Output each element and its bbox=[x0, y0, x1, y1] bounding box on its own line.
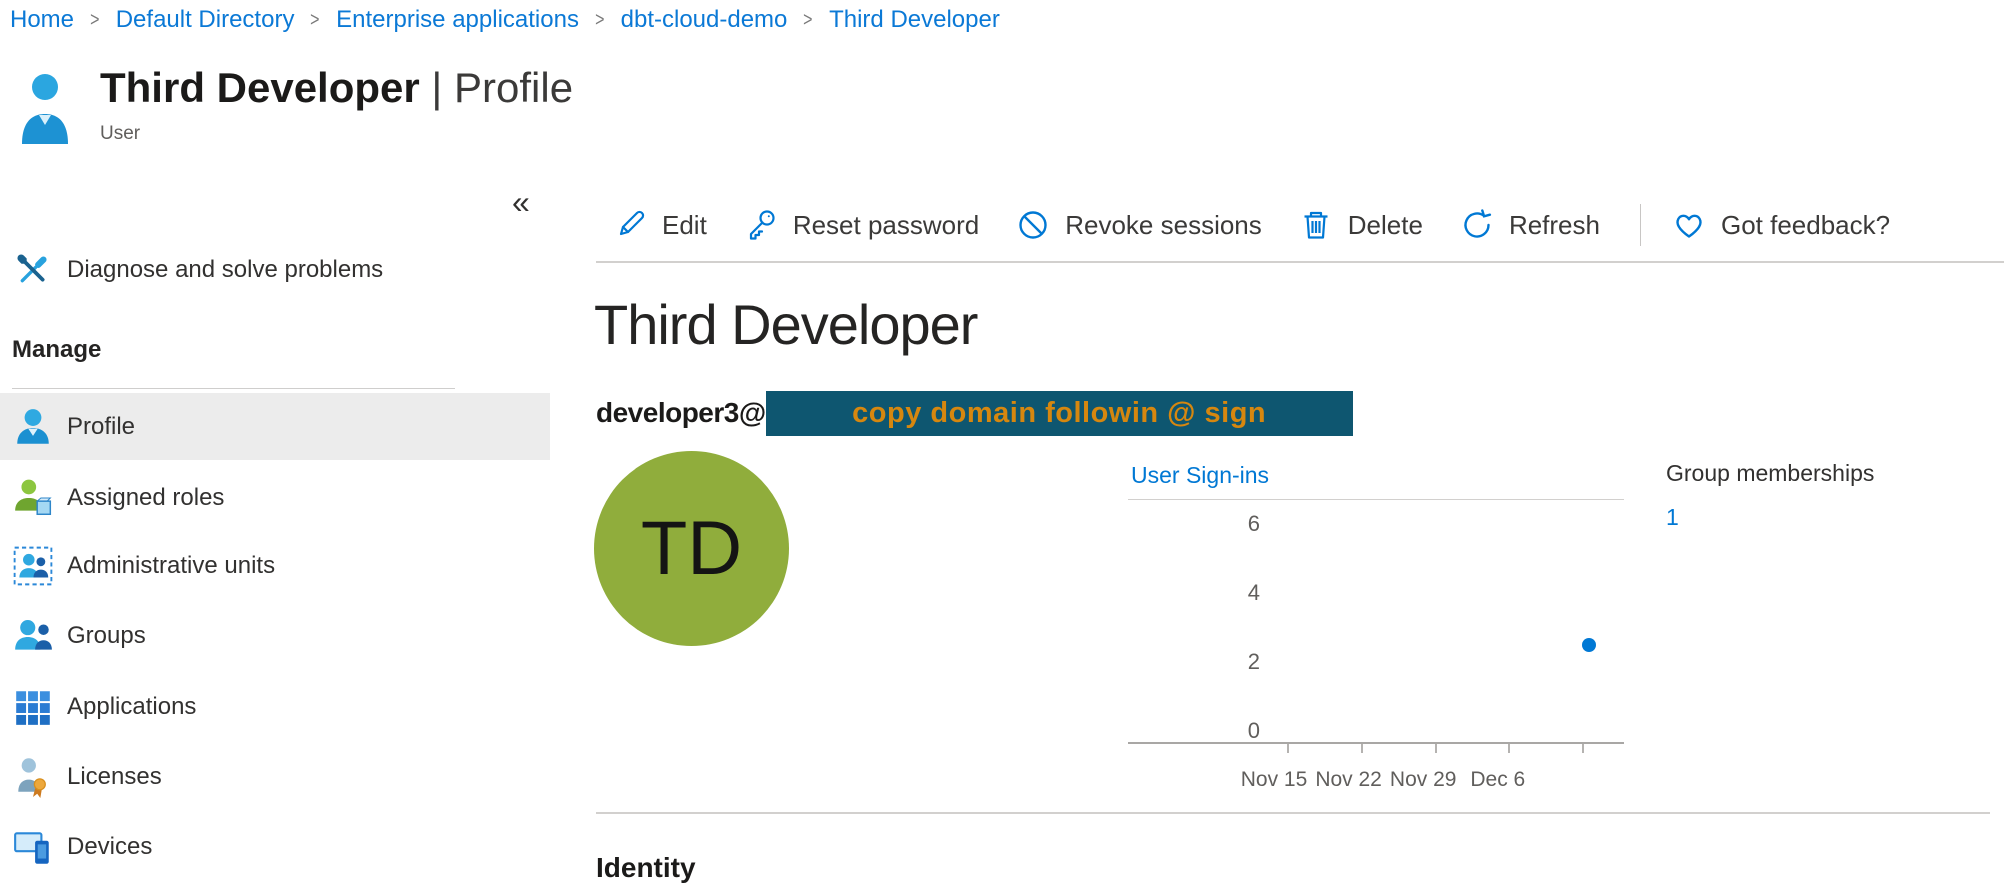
sidebar-item-label: Assigned roles bbox=[67, 484, 224, 512]
breadcrumb-separator-icon: > bbox=[804, 9, 813, 32]
group-memberships-block: Group memberships 1 bbox=[1666, 460, 1874, 531]
breadcrumb-separator-icon: > bbox=[595, 9, 604, 32]
chart-x-tick-mark bbox=[1582, 744, 1584, 753]
user-icon bbox=[20, 72, 70, 146]
toolbar-delete-button[interactable]: Delete bbox=[1298, 207, 1423, 243]
sidebar-item-label: Administrative units bbox=[67, 552, 275, 580]
sidebar-item-administrative-units[interactable]: Administrative units bbox=[0, 534, 550, 598]
page-header: Third Developer | Profile User bbox=[20, 62, 573, 146]
breadcrumb-link[interactable]: Default Directory bbox=[116, 6, 295, 34]
sidebar-item-label: Licenses bbox=[67, 763, 162, 791]
groups-icon bbox=[12, 615, 54, 657]
chart-y-tick-label: 6 bbox=[1168, 511, 1260, 537]
trash-icon bbox=[1298, 207, 1348, 243]
page-title-divider: | bbox=[420, 64, 454, 111]
assigned-roles-icon bbox=[12, 477, 54, 519]
toolbar-reset-password-button[interactable]: Reset password bbox=[743, 207, 979, 243]
chart-y-tick-label: 0 bbox=[1168, 718, 1260, 744]
chart-y-tick-label: 2 bbox=[1168, 649, 1260, 675]
page-title-section: Profile bbox=[454, 64, 573, 111]
toolbar-button-label: Edit bbox=[662, 210, 707, 241]
sidebar-item-label: Applications bbox=[67, 693, 196, 721]
diagnose-icon bbox=[12, 249, 54, 291]
applications-icon bbox=[12, 686, 54, 728]
breadcrumb-link[interactable]: Home bbox=[10, 6, 74, 34]
toolbar-button-label: Got feedback? bbox=[1721, 210, 1890, 241]
toolbar-button-label: Revoke sessions bbox=[1065, 210, 1262, 241]
breadcrumb-separator-icon: > bbox=[90, 9, 99, 32]
identity-section-heading: Identity bbox=[596, 852, 696, 884]
breadcrumb-link[interactable]: dbt-cloud-demo bbox=[621, 6, 788, 34]
chart-title-link[interactable]: User Sign-ins bbox=[1131, 462, 1269, 489]
sidebar-item-licenses[interactable]: Licenses bbox=[0, 745, 550, 809]
chart-x-tick-mark bbox=[1361, 744, 1363, 753]
breadcrumb-separator-icon: > bbox=[311, 9, 320, 32]
profile-icon bbox=[12, 406, 54, 448]
sidebar-section-divider bbox=[12, 388, 455, 389]
sidebar-item-diagnose-and-solve-problems[interactable]: Diagnose and solve problems bbox=[0, 238, 550, 302]
sidebar-item-devices[interactable]: Devices bbox=[0, 815, 550, 879]
toolbar-revoke-sessions-button[interactable]: Revoke sessions bbox=[1015, 207, 1262, 243]
key-icon bbox=[743, 207, 793, 243]
group-memberships-value-link[interactable]: 1 bbox=[1666, 504, 1874, 531]
command-bar-divider bbox=[596, 261, 2004, 263]
group-memberships-label: Group memberships bbox=[1666, 460, 1874, 487]
sidebar-item-groups[interactable]: Groups bbox=[0, 604, 550, 668]
page-title: Third Developer | Profile bbox=[100, 62, 573, 115]
chart-y-tick-label: 4 bbox=[1168, 580, 1260, 606]
licenses-icon bbox=[12, 756, 54, 798]
breadcrumb-link[interactable]: Third Developer bbox=[829, 6, 1000, 34]
chart-title-underline bbox=[1128, 499, 1624, 500]
chart-x-tick-mark bbox=[1435, 744, 1437, 753]
admin-units-icon bbox=[12, 545, 54, 587]
toolbar-separator bbox=[1640, 204, 1641, 246]
section-divider bbox=[596, 812, 1990, 814]
email-prefix: developer3@ bbox=[596, 397, 766, 429]
chart-x-tick-mark bbox=[1287, 744, 1289, 753]
chart-x-tick-label: Nov 15 bbox=[1241, 768, 1308, 792]
breadcrumb-link[interactable]: Enterprise applications bbox=[336, 6, 579, 34]
sidebar-section-manage: Manage bbox=[12, 336, 101, 364]
toolbar-got-feedback-button[interactable]: Got feedback? bbox=[1671, 207, 1890, 243]
toolbar-button-label: Refresh bbox=[1509, 210, 1600, 241]
page-title-name: Third Developer bbox=[100, 64, 420, 111]
toolbar-refresh-button[interactable]: Refresh bbox=[1459, 207, 1600, 243]
user-principal-name-row: developer3@ copy domain followin @ sign bbox=[596, 390, 1353, 436]
devices-icon bbox=[12, 826, 54, 868]
sidebar-item-profile[interactable]: Profile bbox=[0, 393, 550, 460]
sidebar-item-applications[interactable]: Applications bbox=[0, 675, 550, 739]
user-sign-ins-chart: User Sign-ins 6 4 2 0 Nov 15 Nov 22 Nov 29 Dec … bbox=[1128, 462, 1624, 807]
toolbar-button-label: Delete bbox=[1348, 210, 1423, 241]
chart-x-tick-label: Dec 6 bbox=[1470, 768, 1525, 792]
chart-x-tick-label: Nov 29 bbox=[1390, 768, 1457, 792]
sidebar-item-label: Profile bbox=[67, 413, 135, 441]
chart-x-tick-label: Nov 22 bbox=[1315, 768, 1382, 792]
toolbar-edit-button[interactable]: Edit bbox=[612, 207, 707, 243]
user-display-name: Third Developer bbox=[594, 292, 977, 357]
chart-data-point bbox=[1582, 638, 1596, 652]
edit-icon bbox=[612, 207, 662, 243]
toolbar-button-label: Reset password bbox=[793, 210, 979, 241]
block-icon bbox=[1015, 207, 1065, 243]
avatar: TD bbox=[594, 451, 789, 646]
breadcrumb: Home > Default Directory > Enterprise applic… bbox=[10, 6, 1000, 34]
sidebar-item-label: Diagnose and solve problems bbox=[67, 256, 383, 284]
domain-redaction-note: copy domain followin @ sign bbox=[766, 391, 1353, 436]
object-type-label: User bbox=[100, 123, 573, 145]
sidebar-item-label: Devices bbox=[67, 833, 152, 861]
command-bar: Edit Reset password Revoke sessions Delete R… bbox=[612, 198, 1926, 252]
chart-x-tick-mark bbox=[1508, 744, 1510, 753]
heart-icon bbox=[1671, 207, 1721, 243]
sidebar-item-assigned-roles[interactable]: Assigned roles bbox=[0, 466, 550, 530]
sidebar-item-label: Groups bbox=[67, 622, 146, 650]
sidebar-collapse-button[interactable]: « bbox=[512, 186, 530, 218]
refresh-icon bbox=[1459, 207, 1509, 243]
